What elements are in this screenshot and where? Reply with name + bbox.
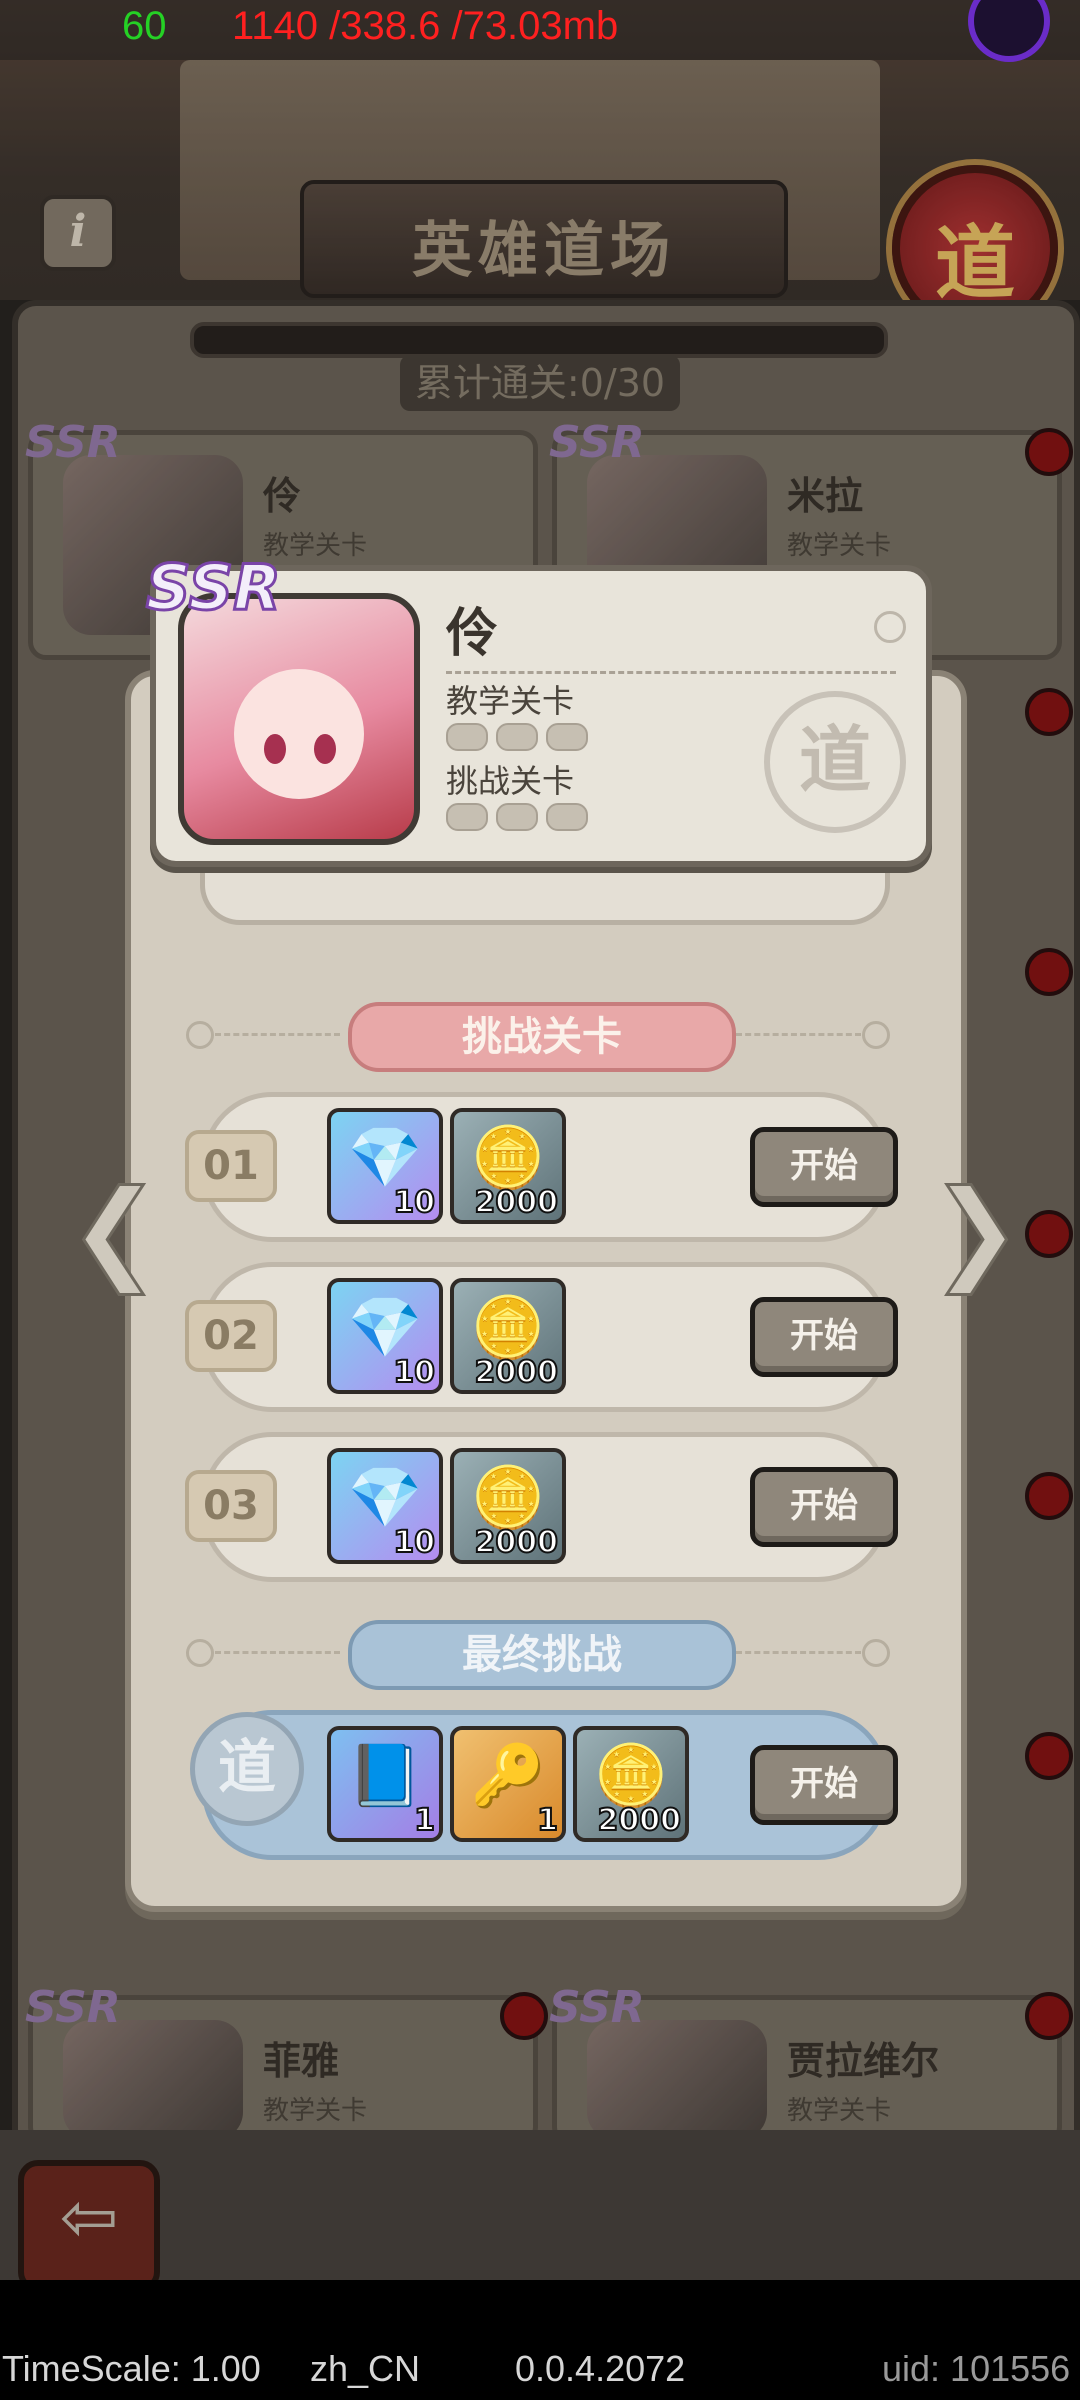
locale-text: zh_CN xyxy=(310,2348,421,2389)
progress-pill xyxy=(496,723,538,751)
divider xyxy=(446,671,896,674)
right-arrow-icon[interactable]: ❯ xyxy=(929,1169,1024,1292)
teaching-progress xyxy=(446,723,588,751)
start-button[interactable]: 开始 xyxy=(750,1127,898,1207)
divider-dot xyxy=(862,1639,890,1667)
reward-qty: 2000 xyxy=(474,1354,559,1390)
progress-pill xyxy=(446,723,488,751)
start-button[interactable]: 开始 xyxy=(750,1467,898,1547)
divider xyxy=(215,1651,340,1654)
challenge-label: 挑战关卡 xyxy=(446,762,575,800)
coin-icon: 🪙 xyxy=(470,1463,546,1533)
coin-reward[interactable]: 🪙 2000 xyxy=(450,1448,566,1564)
hero-name: 伶 xyxy=(446,604,499,664)
memory-readout: 1140 /338.6 /73.03mb xyxy=(232,4,619,48)
coin-reward[interactable]: 🪙 2000 xyxy=(450,1108,566,1224)
key-icon: 🔑 xyxy=(470,1741,546,1811)
coin-reward[interactable]: 🪙 2000 xyxy=(450,1278,566,1394)
uid-text: uid: 101556 xyxy=(882,2348,1071,2389)
divider xyxy=(736,1033,861,1036)
divider xyxy=(215,1033,340,1036)
version-text: 0.0.4.2072 xyxy=(515,2348,686,2389)
debug-bar: 60 1140 /338.6 /73.03mb xyxy=(0,0,1080,60)
stage-number: 01 xyxy=(185,1130,277,1202)
challenge-section-title: 挑战关卡 xyxy=(348,1002,736,1072)
reward-qty: 10 xyxy=(392,1184,436,1220)
rarity-badge: SSR xyxy=(145,550,283,626)
book-icon: 📘 xyxy=(347,1741,423,1811)
reward-qty: 2000 xyxy=(474,1184,559,1220)
progress-pill xyxy=(446,803,488,831)
divider-dot xyxy=(186,1639,214,1667)
hero-header-card: SSR 伶 教学关卡 挑战关卡 道 xyxy=(145,550,932,867)
start-button[interactable]: 开始 xyxy=(750,1745,898,1825)
gem-reward[interactable]: 💎 10 xyxy=(327,1278,443,1394)
progress-pill xyxy=(496,803,538,831)
gem-reward[interactable]: 💎 10 xyxy=(327,1108,443,1224)
dao-stamp-icon: 道 xyxy=(764,691,906,833)
reward-qty: 10 xyxy=(392,1524,436,1560)
progress-pill xyxy=(546,803,588,831)
start-button[interactable]: 开始 xyxy=(750,1297,898,1377)
fps-counter: 60 xyxy=(122,4,167,48)
divider-dot xyxy=(186,1021,214,1049)
coin-icon: 🪙 xyxy=(470,1123,546,1193)
divider-dot xyxy=(862,1021,890,1049)
pin-icon xyxy=(874,611,906,643)
teaching-label: 教学关卡 xyxy=(446,682,575,720)
gem-icon: 💎 xyxy=(347,1463,423,1533)
reward-qty: 10 xyxy=(392,1354,436,1390)
key-reward[interactable]: 🔑 1 xyxy=(450,1726,566,1842)
coin-icon: 🪙 xyxy=(593,1741,669,1811)
gem-icon: 💎 xyxy=(347,1293,423,1363)
divider xyxy=(736,1651,861,1654)
challenge-progress xyxy=(446,803,588,831)
reward-qty: 1 xyxy=(536,1802,559,1838)
stage-number: 02 xyxy=(185,1300,277,1372)
reward-qty: 2000 xyxy=(597,1802,682,1838)
hero-eye xyxy=(264,734,286,764)
gem-reward[interactable]: 💎 10 xyxy=(327,1448,443,1564)
gem-icon: 💎 xyxy=(347,1123,423,1193)
final-section-title: 最终挑战 xyxy=(348,1620,736,1690)
reward-qty: 2000 xyxy=(474,1524,559,1560)
timescale-text: TimeScale: 1.00 xyxy=(2,2348,261,2389)
left-arrow-icon[interactable]: ❮ xyxy=(67,1169,162,1292)
coin-icon: 🪙 xyxy=(470,1293,546,1363)
hero-portrait-large xyxy=(178,593,420,845)
book-reward[interactable]: 📘 1 xyxy=(327,1726,443,1842)
hero-face xyxy=(234,669,364,799)
dao-stamp-icon: 道 xyxy=(190,1712,304,1826)
coin-reward[interactable]: 🪙 2000 xyxy=(573,1726,689,1842)
progress-pill xyxy=(546,723,588,751)
reward-qty: 1 xyxy=(413,1802,436,1838)
hero-eye xyxy=(314,734,336,764)
stage-number: 03 xyxy=(185,1470,277,1542)
